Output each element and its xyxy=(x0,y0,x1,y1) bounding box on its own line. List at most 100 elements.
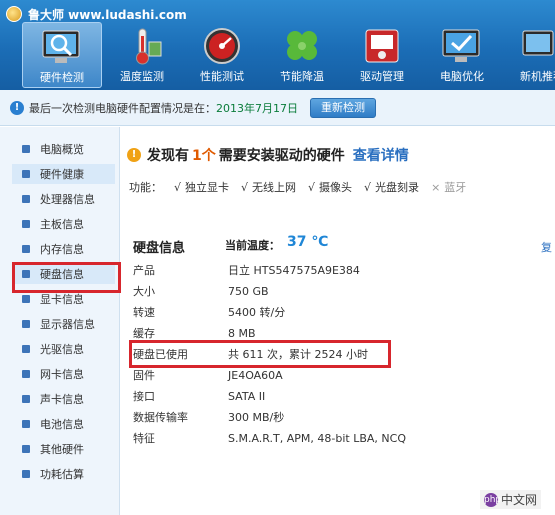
row-key: 接口 xyxy=(133,390,155,403)
clover-icon xyxy=(287,31,317,60)
bullet-icon xyxy=(22,370,30,378)
info-row: 产品 日立 HTS547575A9E384 xyxy=(133,260,360,280)
sidebar-item-label: 电池信息 xyxy=(40,418,84,431)
nav-temperature[interactable]: 温度监测 xyxy=(102,22,182,88)
feature-item: √ 光盘刻录 xyxy=(364,179,419,195)
monitor-magnifier-icon xyxy=(42,30,80,63)
sidebar-item-network[interactable]: 网卡信息 xyxy=(12,364,115,384)
recheck-button[interactable]: 重新检测 xyxy=(310,97,376,118)
sidebar-item-label: 电脑概览 xyxy=(40,143,84,156)
bullet-icon xyxy=(22,170,30,178)
sidebar-item-motherboard[interactable]: 主板信息 xyxy=(12,214,115,234)
main-panel: ! 发现有 1个 需要安装驱动的硬件 查看详情 功能： √ 独立显卡 √ 无线上网 … xyxy=(121,127,555,515)
sidebar-item-power[interactable]: 功耗估算 xyxy=(12,464,115,484)
speedometer-icon xyxy=(204,28,240,64)
sidebar-item-label: 网卡信息 xyxy=(40,368,84,381)
row-key: 转速 xyxy=(133,306,155,319)
php-cn-watermark: php 中文网 xyxy=(480,490,542,509)
info-icon: ! xyxy=(10,100,24,115)
bullet-icon xyxy=(22,395,30,403)
toolbox-icon xyxy=(365,29,399,63)
sidebar-item-optical[interactable]: 光驱信息 xyxy=(12,339,115,359)
cross-icon: × xyxy=(431,181,441,194)
app-title: 鲁大师 www.ludashi.com xyxy=(28,7,187,22)
info-row: 大小 750 GB xyxy=(133,281,269,301)
bullet-icon xyxy=(22,445,30,453)
nav-label: 性能测试 xyxy=(200,70,244,83)
sidebar-item-other[interactable]: 其他硬件 xyxy=(12,439,115,459)
sidebar-item-health[interactable]: 硬件健康 xyxy=(12,164,115,184)
nav-performance[interactable]: 性能测试 xyxy=(182,22,262,88)
nav-hardware-detect[interactable]: 硬件检测 xyxy=(22,22,102,88)
row-key: 缓存 xyxy=(133,327,155,340)
ludashi-logo-icon xyxy=(6,6,22,22)
sidebar-item-display[interactable]: 显示器信息 xyxy=(12,314,115,334)
driver-alert: ! 发现有 1个 需要安装驱动的硬件 查看详情 xyxy=(127,145,409,165)
row-key: 产品 xyxy=(133,264,155,277)
row-key: 数据传输率 xyxy=(133,411,188,424)
info-row: 接口 SATA II xyxy=(133,386,265,406)
row-value: JE4OA60A xyxy=(228,368,283,382)
watermark-text: 中文网 xyxy=(501,493,538,507)
nav-label: 驱动管理 xyxy=(360,70,404,83)
sidebar-item-label: 内存信息 xyxy=(40,243,84,256)
sidebar-item-label: 声卡信息 xyxy=(40,393,84,406)
sidebar-item-label: 功耗估算 xyxy=(40,468,84,481)
copy-link[interactable]: 复 xyxy=(541,239,552,255)
nav-label: 新机推荐 xyxy=(520,70,555,83)
nav-label: 电脑优化 xyxy=(440,70,484,83)
sidebar-item-label: 硬件健康 xyxy=(40,168,84,181)
alert-suffix: 需要安装驱动的硬件 xyxy=(218,148,345,164)
row-value: 8 MB xyxy=(228,326,256,340)
sidebar-item-label: 显示器信息 xyxy=(40,318,95,331)
annotation-highlight-box xyxy=(129,340,391,368)
status-text: 最后一次检测电脑硬件配置情况是在： xyxy=(29,101,216,115)
title-bar: 鲁大师 www.ludashi.com xyxy=(6,5,187,23)
bullet-icon xyxy=(22,295,30,303)
row-value: S.M.A.R.T, APM, 48-bit LBA, NCQ xyxy=(228,431,406,445)
nav-label: 温度监测 xyxy=(120,70,164,83)
nav-energy-saving[interactable]: 节能降温 xyxy=(262,22,342,88)
annotation-highlight-box xyxy=(12,262,121,293)
info-row: 数据传输率 300 MB/秒 xyxy=(133,407,284,427)
sidebar-item-memory[interactable]: 内存信息 xyxy=(12,239,115,259)
sidebar-item-cpu[interactable]: 处理器信息 xyxy=(12,189,115,209)
view-details-link[interactable]: 查看详情 xyxy=(353,145,409,165)
sidebar-item-sound[interactable]: 声卡信息 xyxy=(12,389,115,409)
check-icon: √ xyxy=(241,181,249,194)
alert-prefix: 发现有 xyxy=(147,148,189,164)
sidebar: 电脑概览 硬件健康 处理器信息 主板信息 内存信息 硬盘信息 显卡信息 显示器信… xyxy=(0,127,120,515)
nav-label: 节能降温 xyxy=(280,70,324,83)
sidebar-item-label: 处理器信息 xyxy=(40,193,95,206)
alert-count: 1个 xyxy=(192,148,216,164)
features-label: 功能： xyxy=(129,181,162,194)
feature-item: √ 无线上网 xyxy=(241,179,296,195)
row-key: 特征 xyxy=(133,432,155,445)
nav-driver-manage[interactable]: 驱动管理 xyxy=(342,22,422,88)
bullet-icon xyxy=(22,345,30,353)
status-date: 2013年7月17日 xyxy=(216,101,298,115)
row-value: 5400 转/分 xyxy=(228,306,286,319)
sidebar-item-overview[interactable]: 电脑概览 xyxy=(12,139,115,159)
row-key: 大小 xyxy=(133,285,155,298)
status-bar: ! 最后一次检测电脑硬件配置情况是在： 2013年7月17日 重新检测 xyxy=(0,90,555,126)
feature-item: × 蓝牙 xyxy=(431,179,466,195)
info-row: 固件 JE4OA60A xyxy=(133,365,283,385)
thermometer-icon xyxy=(136,28,162,65)
temperature-value: 37 ℃ xyxy=(287,234,329,250)
sidebar-item-battery[interactable]: 电池信息 xyxy=(12,414,115,434)
row-value: 300 MB/秒 xyxy=(228,411,285,424)
bullet-icon xyxy=(22,470,30,478)
bullet-icon xyxy=(22,195,30,203)
warning-icon: ! xyxy=(127,148,141,162)
feature-label: 摄像头 xyxy=(319,181,353,194)
row-value: 日立 HTS547575A9E384 xyxy=(228,264,360,277)
nav-optimize[interactable]: 电脑优化 xyxy=(422,22,502,88)
info-row: 特征 S.M.A.R.T, APM, 48-bit LBA, NCQ xyxy=(133,428,406,448)
sidebar-item-label: 其他硬件 xyxy=(40,443,84,456)
php-logo-icon: php xyxy=(484,492,502,507)
nav-new-pc[interactable]: 新机推荐 xyxy=(502,22,555,88)
check-icon: √ xyxy=(364,181,372,194)
sidebar-item-label: 光驱信息 xyxy=(40,343,84,356)
computer-icon xyxy=(522,30,554,56)
